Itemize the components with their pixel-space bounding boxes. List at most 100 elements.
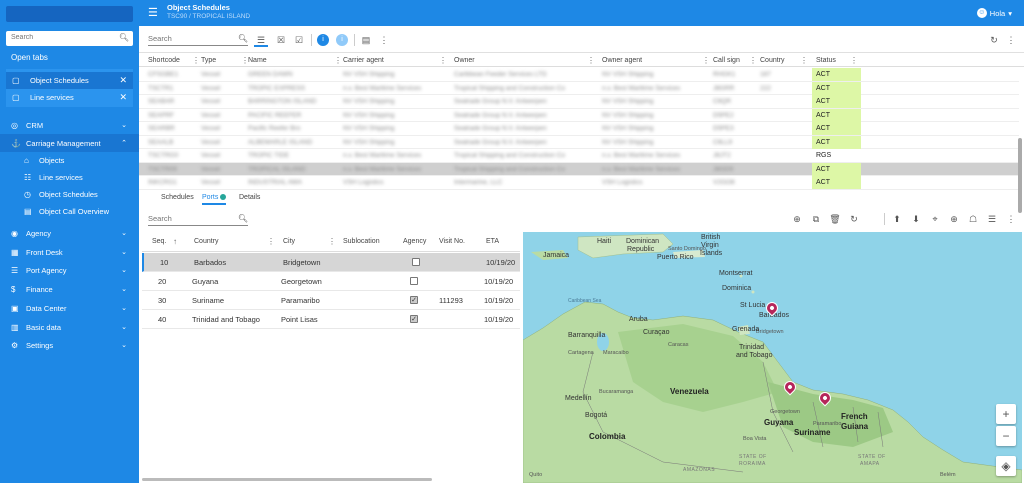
add-location-icon[interactable]: ⊕ [948,213,960,225]
tab-schedules[interactable]: Schedules [161,194,194,201]
archive-icon[interactable]: ▤ [359,33,373,47]
nav-line-services[interactable]: ☷ Line services [0,169,139,186]
column-menu-icon[interactable]: ⋮ [192,56,200,65]
tab-details[interactable]: Details [239,194,260,201]
column-menu-icon[interactable]: ⋮ [267,237,275,246]
agency-checkbox[interactable]: ✓ [410,315,418,323]
nav-objects[interactable]: ⌂ Objects [0,152,139,169]
nav-finance[interactable]: $ Finance ⌄ [0,280,139,298]
nav-crm[interactable]: ◎ CRM ⌄ [0,116,139,134]
nav-object-call-overview[interactable]: ▤ Object Call Overview [0,203,139,220]
agency-checkbox[interactable] [410,277,418,285]
table-row[interactable]: SEAALB Vessel ALBEMARLE ISLAND NV VSH Shipp… [139,135,1019,149]
nav-object-schedules[interactable]: ◷ Object Schedules [0,186,139,203]
agency-checkbox[interactable] [412,258,420,266]
ports-search-input[interactable] [148,214,233,223]
info-light-icon[interactable]: i [336,34,348,46]
table-row[interactable]: INKCRG1 Vessel INDUSTRIAL AMA VSH Logistics… [139,176,1019,190]
column-menu-icon[interactable]: ⋮ [439,56,447,65]
info-icon[interactable]: i [317,34,329,46]
sort-arrow-up-icon[interactable]: ↑ [173,237,177,246]
more-vert-icon[interactable]: ⋮ [1005,213,1017,225]
table-row[interactable]: TSCTR09 Vessel TROPICAL ISLAND n.v. Best Ma… [139,162,1019,176]
grid-search[interactable]: 🔍︎ [148,34,248,46]
col-shortcode[interactable]: Shortcode [148,57,180,64]
col-agency[interactable]: Agency [403,238,426,245]
open-tab-line-services[interactable]: ▢ Line services ✕ [6,89,133,106]
location-pin-icon[interactable]: ⌖ [929,213,941,225]
refresh-icon[interactable]: ↻ [848,213,860,225]
ports-search[interactable]: 🔍︎ [148,214,248,226]
nav-carriage-management[interactable]: ⚓ Carriage Management ⌃ [0,134,139,152]
column-menu-icon[interactable]: ⋮ [850,56,858,65]
menu-icon[interactable]: ☰ [148,6,158,19]
nav-front-desk[interactable]: ▦ Front Desk ⌄ [0,243,139,261]
table-row[interactable]: SEABAR Vessel BARRINGTON ISLAND NV VSH Ship… [139,95,1019,109]
grid-search-input[interactable] [148,34,233,43]
arrow-down-circle-icon[interactable]: ⬇︎ [910,213,922,225]
close-icon[interactable]: ✕ [119,92,127,103]
nav-data-center[interactable]: ▣ Data Center ⌄ [0,299,139,317]
col-status[interactable]: Status [816,57,836,64]
refresh-icon[interactable]: ↻ [987,33,1001,47]
nav-basic-data[interactable]: ▥ Basic data ⌄ [0,318,139,336]
route-map[interactable]: Haiti Dominican Republic Santo Domingo P… [523,232,1022,483]
table-row[interactable]: SEARBR Vessel Pacific Reefer Bro NV VSH Shi… [139,122,1019,136]
col-visit-no[interactable]: Visit No. [439,238,465,245]
table-row[interactable]: SEAPRF Vessel PACIFIC REEFER NV VSH Shippin… [139,108,1019,122]
col-country[interactable]: Country [194,238,219,245]
col-seq[interactable]: Seq. [152,238,166,245]
column-menu-icon[interactable]: ⋮ [702,56,710,65]
open-tab-object-schedules[interactable]: ▢ Object Schedules ✕ [6,72,133,89]
table-row[interactable]: 30 Suriname Paramaribo 111293 10/19/20 ✓ [142,291,520,310]
more-vert-icon[interactable]: ⋮ [1004,33,1018,47]
column-menu-icon[interactable]: ⋮ [749,56,757,65]
tab-ports[interactable]: Ports [202,194,227,205]
col-eta[interactable]: ETA [486,238,499,245]
col-carrier-agent[interactable]: Carrier agent [343,57,384,64]
zoom-in-button[interactable]: + [996,404,1016,424]
table-row[interactable]: 40 Trinidad and Tobago Point Lisas 10/19/20… [142,310,520,329]
close-icon[interactable]: ✕ [119,75,127,86]
add-circle-icon[interactable]: ⊕ [791,213,803,225]
table-row[interactable]: TSCTR1 Vessel TROPIC EXPRESS n.v. Best Mari… [139,81,1019,95]
sort-list-icon[interactable]: ☰ [986,213,998,225]
col-owner-agent[interactable]: Owner agent [602,57,642,64]
table-row[interactable]: 10 Barbados Bridgetown 10/19/20 [142,253,520,272]
port-icon[interactable]: ☖ [967,213,979,225]
ports-horizontal-scrollbar[interactable] [142,478,432,481]
col-city[interactable]: City [283,238,295,245]
column-menu-icon[interactable]: ⋮ [334,56,342,65]
cell-city: Point Lisas [281,315,318,324]
col-type[interactable]: Type [201,57,216,64]
col-call-sign[interactable]: Call sign [713,57,740,64]
col-name[interactable]: Name [248,57,267,64]
arrow-up-circle-icon[interactable]: ⬆︎ [891,213,903,225]
col-owner[interactable]: Owner [454,57,475,64]
list-view-icon[interactable]: ☰ [254,33,268,47]
agency-checkbox[interactable]: ✓ [410,296,418,304]
column-menu-icon[interactable]: ⋮ [800,56,808,65]
col-country[interactable]: Country [760,57,785,64]
chevron-down-icon: ⌄ [121,342,127,349]
layers-button[interactable]: ◈ [996,456,1016,476]
table-row[interactable]: TSCTRG0 Vessel TROPIC TIDE n.v. Best Mariti… [139,149,1019,163]
checklist-icon[interactable]: ☑ [292,33,306,47]
nav-settings[interactable]: ⚙ Settings ⌄ [0,336,139,354]
nav-port-agency[interactable]: ☰ Port Agency ⌄ [0,261,139,279]
sidebar-search[interactable]: 🔍︎ [6,31,133,46]
user-menu[interactable]: ☺ Hola ▾ [976,8,1012,18]
delete-icon[interactable]: 🗑︎ [829,213,841,225]
zoom-out-button[interactable]: − [996,426,1016,446]
cell-shortcode: SEABAR [148,98,175,105]
nav-agency[interactable]: ◉ Agency ⌄ [0,224,139,242]
column-menu-icon[interactable]: ⋮ [587,56,595,65]
more-vert-icon[interactable]: ⋮ [377,33,391,47]
table-row[interactable]: 20 Guyana Georgetown 10/19/20 [142,272,520,291]
col-sublocation[interactable]: Sublocation [343,238,380,245]
clear-filter-icon[interactable]: ☒ [274,33,288,47]
table-row[interactable]: CFSGBE1 Vessel GREEN DAWN NV VSH Shipping Ca… [139,68,1019,82]
column-menu-icon[interactable]: ⋮ [328,237,336,246]
copy-icon[interactable]: ⧉ [810,213,822,225]
sidebar-search-input[interactable] [11,34,111,41]
